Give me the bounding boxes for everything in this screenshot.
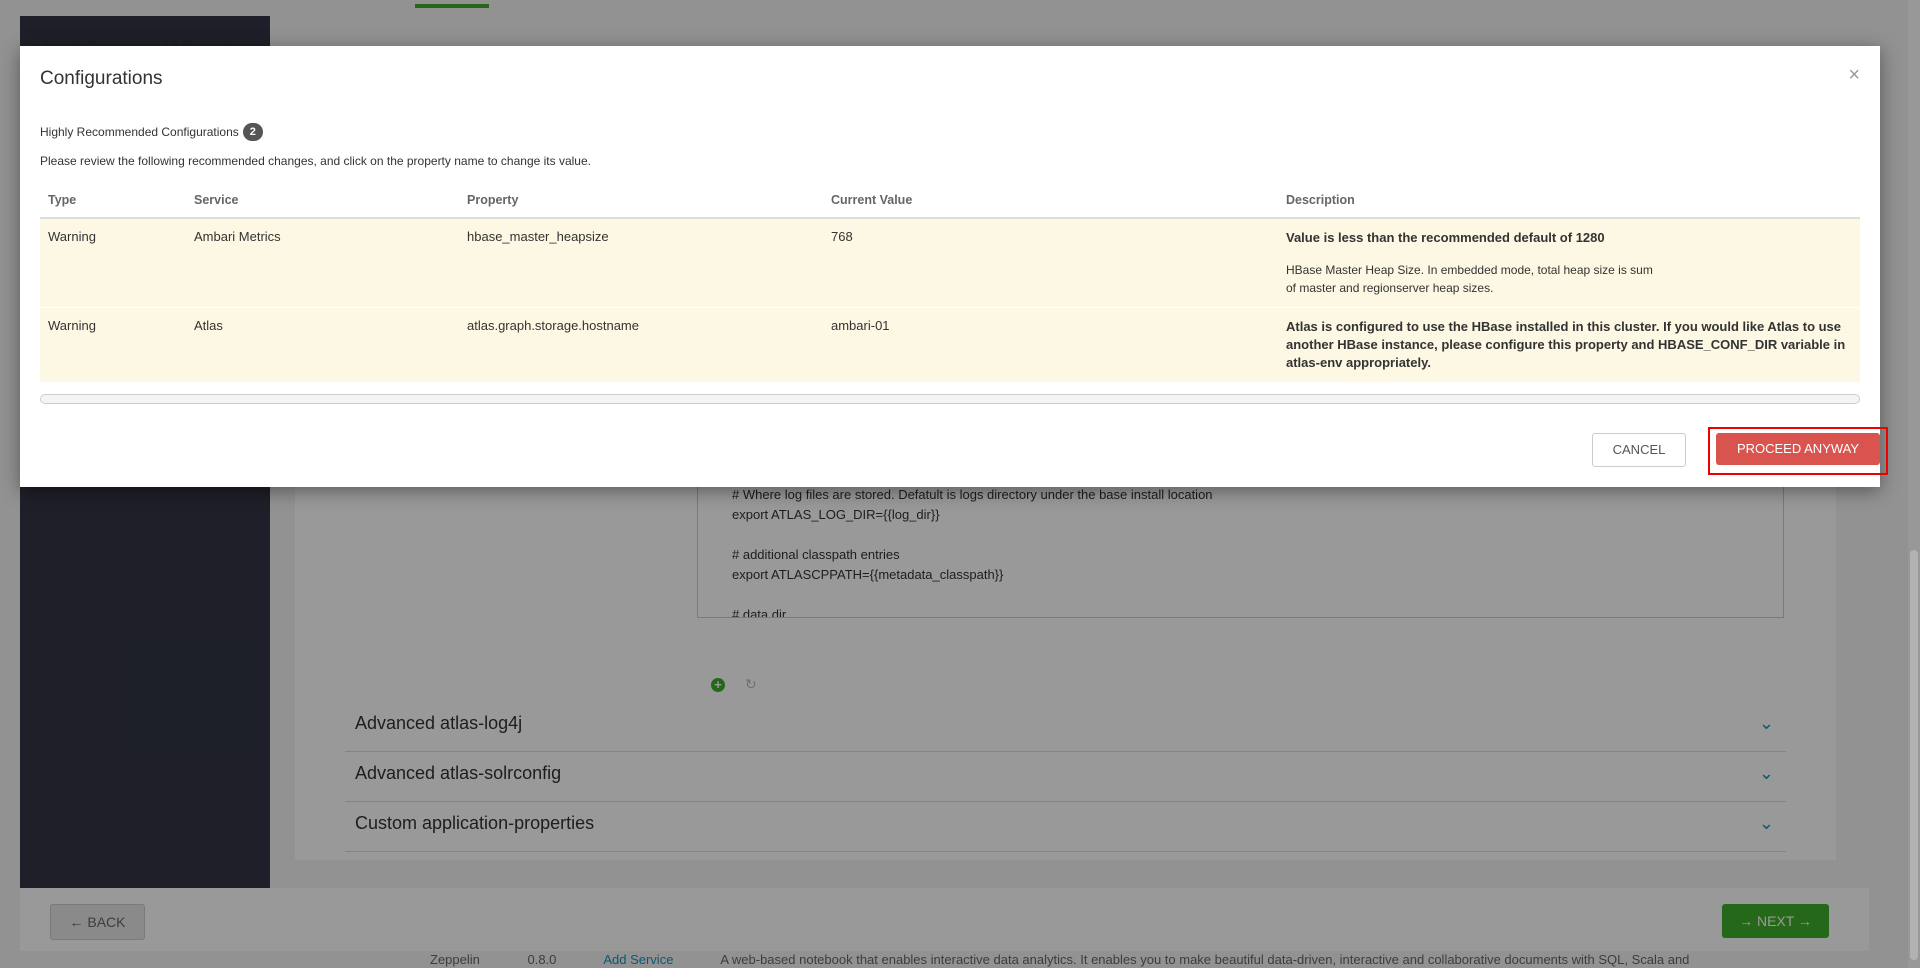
type-cell: Warning [40,307,186,383]
recommendations-table: Type Service Property Current Value Desc… [40,182,1860,383]
description-text: Value is less than the recommended defau… [1286,230,1605,245]
column-header-service: Service [186,182,459,219]
current-value-cell: 768 [823,218,1278,308]
table-header-row: Type Service Property Current Value Desc… [40,182,1860,219]
count-badge: 2 [242,123,263,141]
type-cell: Warning [40,218,186,308]
column-header-current-value: Current Value [823,182,1278,219]
current-value-cell: ambari-01 [823,307,1278,383]
column-header-type: Type [40,182,186,219]
description-detail: HBase Master Heap Size. In embedded mode… [1286,263,1653,295]
cancel-button[interactable]: CANCEL [1592,433,1686,467]
property-cell[interactable]: atlas.graph.storage.hostname [459,307,823,383]
description-cell: Value is less than the recommended defau… [1278,218,1860,308]
review-instructions: Please review the following recommended … [40,154,591,168]
property-cell[interactable]: hbase_master_heapsize [459,218,823,308]
horizontal-scrollbar[interactable] [40,394,1860,404]
service-cell: Atlas [186,307,459,383]
service-cell: Ambari Metrics [186,218,459,308]
modal-title: Configurations [40,68,163,89]
configurations-modal: Configurations × Highly Recommended Conf… [20,46,1888,487]
description-text: Atlas is configured to use the HBase ins… [1286,319,1846,370]
table-row[interactable]: Warning Atlas atlas.graph.storage.hostna… [40,307,1860,383]
table-row[interactable]: Warning Ambari Metrics hbase_master_heap… [40,218,1860,308]
column-header-property: Property [459,182,823,219]
column-header-description: Description [1278,182,1860,219]
recommended-label: Highly Recommended Configurations [40,125,239,139]
page-scrollbar[interactable] [1908,0,1920,968]
page-scrollbar-thumb[interactable] [1910,550,1918,960]
recommended-heading: Highly Recommended Configurations 2 [40,123,263,141]
description-cell: Atlas is configured to use the HBase ins… [1278,307,1860,383]
proceed-anyway-button[interactable]: PROCEED ANYWAY [1716,433,1880,465]
close-icon[interactable]: × [1848,64,1860,87]
